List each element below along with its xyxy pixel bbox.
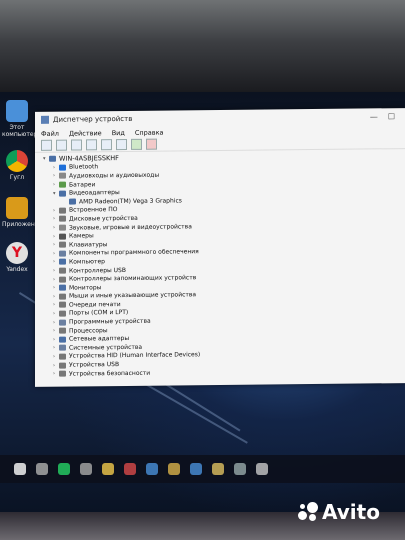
tree-label: Устройства безопасности — [69, 369, 151, 378]
chrome-icon — [6, 150, 28, 172]
store-icon[interactable] — [234, 463, 246, 475]
tree-label: Батареи — [69, 180, 96, 189]
tree-label: Bluetooth — [69, 163, 99, 171]
device-icon — [59, 233, 66, 240]
device-icon — [49, 156, 56, 163]
tree-label: Аудиовходы и аудиовыходы — [69, 171, 160, 180]
menu-file[interactable]: Файл — [41, 129, 59, 137]
tree-label: Контроллеры запоминающих устройств — [69, 274, 197, 283]
tree-label: AMD Radeon(TM) Vega 3 Graphics — [79, 197, 182, 206]
device-manager-icon — [41, 115, 49, 124]
tree-label: Компьютер — [69, 258, 105, 266]
apps-shortcut[interactable]: Приложения — [2, 197, 42, 228]
settings-icon[interactable] — [80, 463, 92, 475]
folder-icon[interactable] — [212, 463, 224, 475]
minimize-button[interactable]: — — [370, 112, 378, 121]
scan-icon[interactable] — [101, 139, 112, 151]
tree-label: Мониторы — [69, 283, 102, 292]
window-title: Диспетчер устройств — [53, 114, 133, 124]
remove-icon[interactable] — [146, 138, 157, 150]
forward-icon[interactable] — [56, 139, 67, 151]
browser-icon[interactable] — [168, 463, 180, 475]
tree-label: Видеоадаптеры — [69, 189, 120, 197]
avito-text: Avito — [322, 500, 380, 524]
menu-view[interactable]: Вид — [112, 128, 125, 136]
device-icon — [59, 327, 66, 334]
tree-label: Камеры — [69, 232, 94, 240]
device-icon — [59, 370, 66, 377]
device-icon — [59, 362, 66, 369]
tree-label: Порты (COM и LPT) — [69, 309, 129, 318]
device-icon — [59, 190, 66, 197]
mail-icon[interactable] — [190, 463, 202, 475]
tree-label: Компоненты программного обеспечения — [69, 248, 199, 257]
tree-label: WIN-4ASBJESSKHF — [59, 154, 119, 163]
device-icon — [59, 250, 66, 257]
device-icon — [59, 241, 66, 248]
apps-folder-icon — [6, 197, 28, 219]
tree-label: Клавиатуры — [69, 240, 108, 249]
camera-icon[interactable] — [36, 463, 48, 475]
back-icon[interactable] — [41, 139, 52, 151]
photo-glare — [0, 0, 405, 92]
tree-label: Звуковые, игровые и видеоустройства — [69, 222, 192, 232]
device-tree: ▾ WIN-4ASBJESSKHF › Bluetooth › Аудиовходы и … — [35, 149, 405, 378]
avito-logo-icon — [298, 502, 318, 522]
tree-label: Процессоры — [69, 326, 108, 335]
device-icon — [69, 198, 76, 205]
google-shortcut[interactable]: Гугл — [2, 150, 32, 181]
update-icon[interactable] — [131, 138, 142, 150]
device-icon — [59, 353, 66, 360]
device-icon — [59, 319, 66, 326]
tree-label: Программные устройства — [69, 317, 151, 326]
device-manager-icon[interactable] — [256, 463, 268, 475]
tree-label: Сетевые адаптеры — [69, 335, 130, 343]
device-manager-window: Диспетчер устройств — ☐ Файл Действие Ви… — [35, 108, 405, 387]
chat-icon[interactable] — [146, 463, 158, 475]
whatsapp-icon[interactable] — [58, 463, 70, 475]
computer-icon — [6, 100, 28, 122]
taskbar — [0, 455, 405, 483]
this-pc-shortcut[interactable]: Этот компьютер — [2, 100, 37, 138]
shortcut-label: Гугл — [9, 174, 25, 181]
tree-label: Системные устройства — [69, 343, 143, 352]
tree-label: Очереди печати — [69, 300, 121, 309]
device-icon — [59, 310, 66, 317]
shortcut-label: Yandex — [6, 266, 28, 273]
yandex-icon[interactable] — [102, 463, 114, 475]
device-icon — [59, 284, 66, 291]
tree-label: Встроенное ПО — [69, 206, 118, 214]
tree-label: Контроллеры USB — [69, 266, 126, 275]
device-icon — [59, 276, 66, 283]
avito-watermark: Avito — [298, 500, 380, 524]
tree-label: Устройства HID (Human Interface Devices) — [69, 351, 201, 361]
device-icon — [59, 216, 66, 223]
windows-icon[interactable] — [14, 463, 26, 475]
tree-label: Дисковые устройства — [69, 214, 138, 223]
device-icon — [59, 259, 66, 266]
monitor-icon[interactable] — [116, 138, 127, 151]
help-icon[interactable] — [86, 139, 97, 151]
music-icon[interactable] — [124, 463, 136, 475]
menu-action[interactable]: Действие — [69, 129, 102, 137]
properties-icon[interactable] — [71, 139, 82, 151]
tree-label: Мыши и иные указывающие устройства — [69, 291, 197, 300]
device-icon — [59, 173, 66, 180]
device-icon — [59, 181, 66, 188]
yandex-shortcut[interactable]: Y Yandex — [2, 242, 32, 273]
device-icon — [59, 302, 66, 309]
tree-label: Устройства USB — [69, 361, 120, 369]
device-icon — [59, 224, 66, 231]
device-icon — [59, 267, 66, 274]
device-icon — [59, 336, 66, 343]
maximize-button[interactable]: ☐ — [388, 112, 395, 121]
device-icon — [59, 164, 66, 171]
menu-help[interactable]: Справка — [135, 128, 164, 136]
device-icon — [59, 293, 66, 300]
yandex-icon: Y — [6, 242, 28, 264]
device-icon — [59, 344, 66, 352]
device-icon — [59, 207, 66, 214]
